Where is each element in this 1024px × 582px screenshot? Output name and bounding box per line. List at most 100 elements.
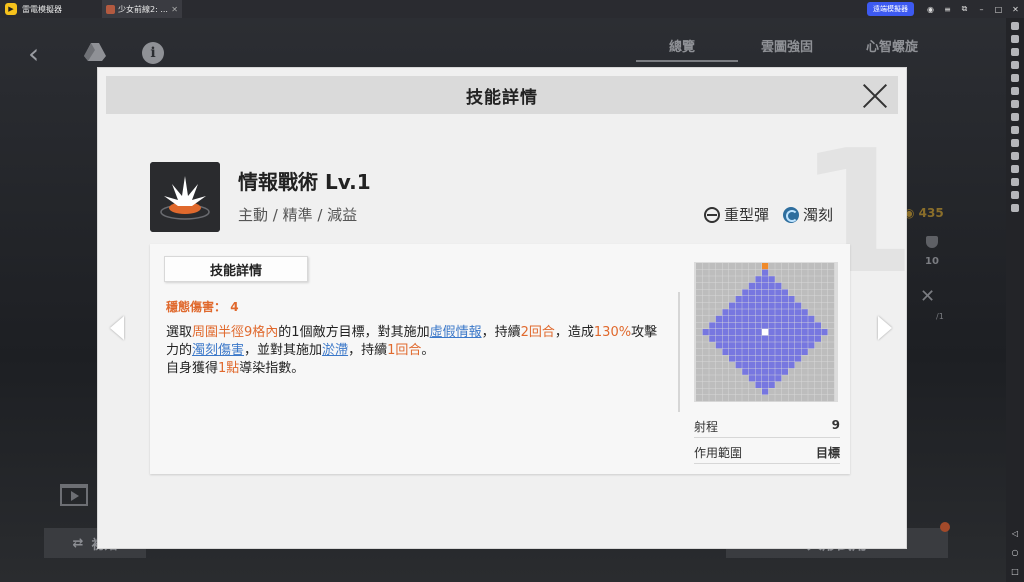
range-cell bbox=[696, 296, 703, 303]
tab-overview[interactable]: 總覽 bbox=[632, 36, 732, 55]
range-cell bbox=[722, 322, 729, 329]
stability-value: 4 bbox=[230, 300, 239, 314]
range-cell bbox=[755, 348, 762, 355]
previous-skill-arrow-icon[interactable] bbox=[110, 316, 124, 340]
range-label: 射程 bbox=[694, 420, 719, 434]
range-cell bbox=[762, 329, 769, 336]
description-scrollbar[interactable] bbox=[678, 292, 680, 412]
range-cell bbox=[788, 276, 795, 283]
range-cell bbox=[828, 289, 835, 296]
remote-emulator-button[interactable]: 遠端模擬器 bbox=[867, 2, 914, 16]
range-cell bbox=[696, 381, 703, 388]
range-cell bbox=[762, 302, 769, 309]
apk-icon[interactable] bbox=[1011, 139, 1019, 147]
range-cell bbox=[722, 388, 729, 395]
range-cell bbox=[808, 395, 815, 402]
range-cell bbox=[762, 309, 769, 316]
range-cell bbox=[729, 381, 736, 388]
ammo-info: 重型彈 濁刻 bbox=[704, 204, 833, 225]
tab-cloud[interactable]: 雲圖強固 bbox=[737, 36, 837, 55]
range-cell bbox=[821, 368, 828, 375]
range-row: 射程 9 bbox=[694, 418, 840, 438]
drive-icon[interactable] bbox=[84, 42, 106, 62]
macro-icon[interactable] bbox=[1011, 126, 1019, 134]
range-cell bbox=[709, 355, 716, 362]
keyword-turbid-damage[interactable]: 濁刻傷害 bbox=[192, 343, 244, 358]
range-cell bbox=[696, 395, 703, 402]
range-cell bbox=[696, 276, 703, 283]
shake-icon[interactable] bbox=[1011, 152, 1019, 160]
nav-home-icon[interactable]: ○ bbox=[1012, 549, 1019, 557]
range-cell bbox=[768, 381, 775, 388]
account-icon[interactable]: ◉ bbox=[922, 0, 939, 18]
range-cell bbox=[801, 315, 808, 322]
rotate-icon[interactable] bbox=[1011, 165, 1019, 173]
range-cell bbox=[788, 315, 795, 322]
nav-recent-icon[interactable]: □ bbox=[1011, 568, 1019, 576]
range-cell bbox=[715, 289, 722, 296]
range-cell bbox=[709, 282, 716, 289]
range-cell bbox=[748, 348, 755, 355]
range-cell bbox=[742, 282, 749, 289]
range-cell bbox=[742, 289, 749, 296]
range-cell bbox=[781, 296, 788, 303]
range-cell bbox=[696, 263, 703, 270]
sync-icon[interactable] bbox=[1011, 113, 1019, 121]
modal-close-icon[interactable] bbox=[861, 82, 889, 110]
multi-instance-icon[interactable] bbox=[1011, 100, 1019, 108]
keyword-fake-intel[interactable]: 虛假情報 bbox=[430, 325, 482, 340]
more-icon[interactable] bbox=[1011, 204, 1019, 212]
range-cell bbox=[814, 276, 821, 283]
menu-icon[interactable]: ≡ bbox=[939, 0, 956, 18]
fullscreen-icon[interactable]: ⧉ bbox=[956, 0, 973, 18]
range-cell bbox=[775, 329, 782, 336]
range-cell bbox=[781, 315, 788, 322]
close-window-icon[interactable]: ✕ bbox=[1007, 0, 1024, 18]
stat-value: 10 bbox=[925, 256, 939, 267]
volume-up-icon[interactable] bbox=[1011, 48, 1019, 56]
game-tab[interactable]: 少女前線2: ... ✕ bbox=[102, 0, 182, 18]
range-cell bbox=[768, 289, 775, 296]
range-cell bbox=[795, 276, 802, 283]
volume-down-icon[interactable] bbox=[1011, 61, 1019, 69]
settings-icon[interactable] bbox=[1011, 22, 1019, 30]
next-skill-arrow-icon[interactable] bbox=[878, 316, 892, 340]
keyword-stagnation[interactable]: 淤滯 bbox=[322, 343, 348, 358]
range-cell bbox=[775, 355, 782, 362]
range-cell bbox=[775, 289, 782, 296]
range-cell bbox=[702, 269, 709, 276]
screenshot-icon[interactable] bbox=[1011, 74, 1019, 82]
range-cell bbox=[729, 269, 736, 276]
range-cell bbox=[795, 269, 802, 276]
location-icon[interactable] bbox=[1011, 191, 1019, 199]
range-cell bbox=[702, 395, 709, 402]
range-cell bbox=[748, 263, 755, 270]
maximize-icon[interactable]: □ bbox=[990, 0, 1007, 18]
tab-close-icon[interactable]: ✕ bbox=[171, 5, 178, 14]
desc-text: 選取 bbox=[166, 325, 193, 340]
nav-back-icon[interactable]: ◁ bbox=[1012, 530, 1018, 538]
range-cell bbox=[795, 302, 802, 309]
info-icon[interactable]: i bbox=[142, 42, 164, 64]
range-cell bbox=[696, 282, 703, 289]
record-icon[interactable] bbox=[1011, 87, 1019, 95]
range-cell bbox=[709, 302, 716, 309]
range-cell bbox=[768, 296, 775, 303]
keyboard-icon[interactable] bbox=[1011, 35, 1019, 43]
tab-mind-spiral[interactable]: 心智螺旋 bbox=[842, 36, 942, 55]
back-arrow-icon[interactable]: ‹ bbox=[28, 40, 39, 68]
range-cell bbox=[735, 296, 742, 303]
detail-tab[interactable]: 技能詳情 bbox=[164, 256, 308, 282]
range-cell bbox=[729, 296, 736, 303]
folder-icon[interactable] bbox=[1011, 178, 1019, 186]
range-cell bbox=[722, 395, 729, 402]
range-cell bbox=[821, 322, 828, 329]
range-cell bbox=[748, 269, 755, 276]
video-play-icon[interactable] bbox=[60, 484, 88, 506]
minimize-icon[interactable]: – bbox=[973, 0, 990, 18]
range-cell bbox=[709, 342, 716, 349]
range-cell bbox=[828, 362, 835, 369]
range-cell bbox=[788, 289, 795, 296]
range-cell bbox=[781, 342, 788, 349]
range-cell bbox=[775, 322, 782, 329]
